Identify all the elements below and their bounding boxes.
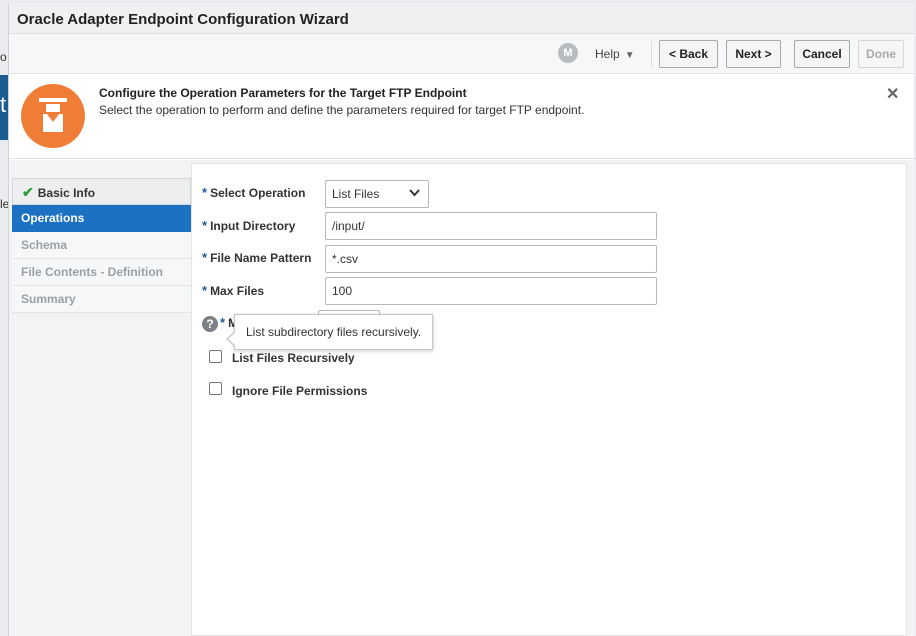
nav-item-label: Operations	[21, 211, 85, 225]
ignore-file-permissions-checkbox[interactable]	[209, 382, 222, 395]
nav-item-label: Basic Info	[37, 186, 96, 200]
user-avatar-icon[interactable]: M	[558, 43, 578, 63]
step-subtitle: Select the operation to perform and defi…	[99, 103, 585, 117]
list-files-recursively-checkbox[interactable]	[209, 350, 222, 363]
wizard-step-nav: ✔ Basic Info Operations Schema File Conte…	[12, 178, 191, 313]
tooltip-arrow	[228, 332, 236, 346]
next-button[interactable]: Next >	[726, 40, 781, 68]
required-asterisk: *	[202, 218, 208, 233]
close-icon[interactable]: ✕	[886, 84, 899, 104]
operations-form-panel: * Select Operation List Files * Input Dire…	[191, 163, 907, 636]
dialog-title: Oracle Adapter Endpoint Configuration Wi…	[17, 11, 349, 28]
background-text-fragment: o	[0, 50, 7, 64]
dialog-titlebar: Oracle Adapter Endpoint Configuration Wi…	[9, 3, 914, 34]
chevron-down-icon	[409, 189, 420, 197]
done-button[interactable]: Done	[858, 40, 904, 68]
required-asterisk: *	[202, 185, 208, 200]
list-files-recursively-label: List Files Recursively	[232, 351, 355, 365]
tooltip: List subdirectory files recursively.	[226, 314, 434, 350]
nav-item-operations[interactable]: Operations	[12, 205, 191, 232]
step-title: Configure the Operation Parameters for t…	[99, 86, 467, 100]
help-icon[interactable]: ?	[202, 316, 218, 332]
nav-item-label: Schema	[21, 238, 68, 252]
required-asterisk: *	[220, 315, 226, 330]
help-label: Help	[595, 47, 620, 61]
field-label-text: File Name Pattern	[210, 251, 312, 265]
checkmark-icon: ✔	[22, 184, 34, 200]
caret-down-icon: ▼	[624, 50, 635, 61]
ftp-adapter-icon	[21, 84, 85, 148]
step-header: Configure the Operation Parameters for t…	[9, 75, 915, 159]
nav-item-summary[interactable]: Summary	[12, 286, 191, 313]
nav-item-basic-info[interactable]: ✔ Basic Info	[12, 178, 191, 205]
cancel-button[interactable]: Cancel	[794, 40, 850, 68]
help-menu[interactable]: Help ▼	[595, 47, 635, 61]
field-label-text: Select Operation	[210, 186, 306, 200]
tooltip-text: List subdirectory files recursively.	[246, 325, 422, 339]
wizard-dialog: Oracle Adapter Endpoint Configuration Wi…	[8, 3, 915, 636]
background-text-fragment: t	[0, 92, 7, 117]
operation-select-value: List Files	[332, 187, 380, 201]
file-name-pattern-field[interactable]: *.csv	[325, 245, 657, 273]
operation-select[interactable]: List Files	[325, 180, 429, 208]
back-button[interactable]: < Back	[659, 40, 718, 68]
nav-item-schema[interactable]: Schema	[12, 232, 191, 259]
select-operation-label: * Select Operation	[202, 185, 305, 200]
nav-item-label: File Contents - Definition	[21, 265, 163, 279]
nav-item-file-contents-definition[interactable]: File Contents - Definition	[12, 259, 191, 286]
wizard-toolbar: M Help ▼ < Back Next > Cancel Done	[9, 34, 914, 74]
required-asterisk: *	[202, 250, 208, 265]
file-name-pattern-label: * File Name Pattern	[202, 250, 311, 265]
background-text-fragment: le	[0, 197, 8, 211]
toolbar-divider	[651, 41, 652, 67]
required-asterisk: *	[202, 283, 208, 298]
nav-item-label: Summary	[21, 292, 76, 306]
field-label-text: Max Files	[210, 284, 265, 298]
field-label-text: Input Directory	[210, 219, 296, 233]
adapter-glyph-icon	[39, 98, 67, 132]
input-directory-label: * Input Directory	[202, 218, 295, 233]
ignore-file-permissions-label: Ignore File Permissions	[232, 384, 368, 398]
max-files-field[interactable]: 100	[325, 277, 657, 305]
max-files-label: * Max Files	[202, 283, 264, 298]
input-directory-field[interactable]: /input/	[325, 212, 657, 240]
